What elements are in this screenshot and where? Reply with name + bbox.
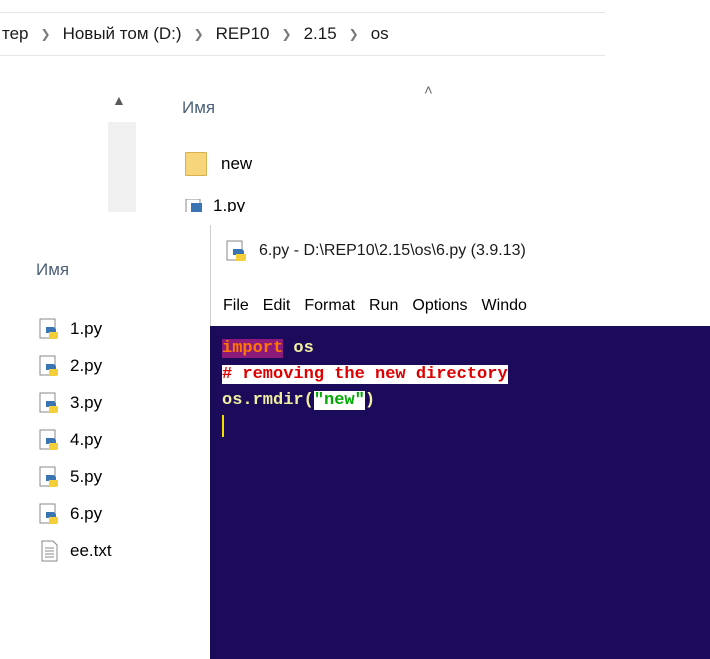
list-item[interactable]: 5.py: [39, 466, 102, 488]
menu-run[interactable]: Run: [357, 297, 400, 315]
folder-icon: [185, 152, 207, 176]
column-header-name[interactable]: Имя: [36, 260, 69, 280]
code-line: import os: [222, 336, 710, 362]
code-comment: # removing the new directory: [222, 365, 508, 384]
explorer-left-panel: Имя 1.py 2.py 3.py 4.py 5.py 6.py ee.txt: [0, 212, 210, 659]
python-file-icon: [39, 392, 58, 413]
code-string: "new": [313, 391, 365, 410]
python-file-icon: [39, 503, 58, 524]
breadcrumb-chevron-icon[interactable]: ❯: [349, 27, 359, 41]
breadcrumb-item[interactable]: os: [369, 24, 391, 44]
file-name: 2.py: [70, 356, 103, 375]
file-name: 6.py: [70, 504, 103, 523]
file-name: 1.py: [70, 319, 103, 338]
list-item[interactable]: 2.py: [39, 355, 102, 377]
code-keyword: import: [222, 339, 284, 358]
breadcrumb-chevron-icon[interactable]: ❯: [282, 27, 292, 41]
menu-edit[interactable]: Edit: [251, 297, 293, 315]
file-name: 5.py: [70, 467, 103, 486]
menu-window[interactable]: Windo: [470, 297, 529, 315]
breadcrumb-item[interactable]: тер: [0, 24, 31, 44]
python-file-icon: [39, 429, 58, 450]
list-item[interactable]: 1.py: [39, 318, 102, 340]
code-line: os.rmdir("new"): [222, 388, 710, 414]
code-line: [222, 414, 710, 440]
breadcrumb-item[interactable]: Новый том (D:): [61, 24, 184, 44]
breadcrumb-chevron-icon[interactable]: ❯: [41, 27, 51, 41]
python-file-icon: [39, 466, 58, 487]
file-name: 4.py: [70, 430, 103, 449]
menu-file[interactable]: File: [211, 297, 251, 315]
scroll-up-arrow-icon[interactable]: ▲: [112, 92, 126, 108]
idle-python-file-icon: [226, 240, 246, 261]
list-item[interactable]: 6.py: [39, 503, 102, 525]
breadcrumb-item[interactable]: REP10: [214, 24, 272, 44]
column-header-name[interactable]: Имя: [182, 98, 215, 118]
python-file-icon: [185, 199, 202, 212]
text-file-icon: [41, 540, 58, 562]
menu-bar: File Edit Format Run Options Windo: [210, 286, 710, 326]
window-title: 6.py - D:\REP10\2.15\os\6.py (3.9.13): [259, 242, 526, 259]
menu-format[interactable]: Format: [292, 297, 357, 315]
scrollbar-track[interactable]: [108, 122, 136, 212]
python-file-icon: [39, 355, 58, 376]
file-name: 3.py: [70, 393, 103, 412]
file-name: 1.py: [213, 196, 246, 212]
file-name: ee.txt: [70, 541, 112, 560]
text-cursor: [222, 414, 224, 437]
breadcrumb-item[interactable]: 2.15: [302, 24, 339, 44]
code-text: os.rmdir(: [222, 391, 314, 410]
code-line: # removing the new directory: [222, 362, 710, 388]
window-titlebar[interactable]: 6.py - D:\REP10\2.15\os\6.py (3.9.13): [210, 225, 710, 286]
list-item[interactable]: ee.txt: [39, 540, 112, 562]
list-item[interactable]: 1.py: [185, 196, 305, 212]
file-name: new: [221, 154, 253, 173]
menu-options[interactable]: Options: [400, 297, 469, 315]
code-editor[interactable]: import os # removing the new directory o…: [210, 326, 710, 659]
list-item[interactable]: 4.py: [39, 429, 102, 451]
sort-ascending-icon: ˄: [424, 82, 433, 99]
idle-editor-window: 6.py - D:\REP10\2.15\os\6.py (3.9.13) Fi…: [210, 225, 710, 659]
code-text: ): [364, 391, 376, 410]
code-text: os: [283, 339, 314, 358]
python-file-icon: [39, 318, 58, 339]
list-item[interactable]: new: [185, 152, 252, 176]
breadcrumb: тер ❯ Новый том (D:) ❯ REP10 ❯ 2.15 ❯ os: [0, 12, 605, 56]
breadcrumb-chevron-icon[interactable]: ❯: [194, 27, 204, 41]
list-item[interactable]: 3.py: [39, 392, 102, 414]
explorer-top-panel: тер ❯ Новый том (D:) ❯ REP10 ❯ 2.15 ❯ os…: [0, 0, 605, 212]
